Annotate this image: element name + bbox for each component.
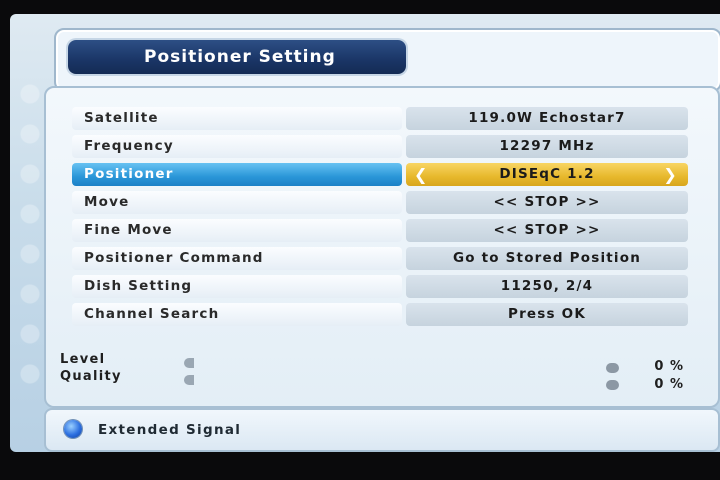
menu-label: Frequency <box>72 135 402 158</box>
level-meter-bar <box>184 358 194 368</box>
page-title: Positioner Setting <box>68 40 406 74</box>
menu-value[interactable]: 119.0W Echostar7 <box>406 107 688 130</box>
menu-value[interactable]: Press OK <box>406 303 688 326</box>
menu-row-satellite[interactable]: Satellite 119.0W Echostar7 <box>72 107 688 130</box>
menu-label: Channel Search <box>72 303 402 326</box>
blue-button-icon[interactable] <box>64 420 82 438</box>
quality-label: Quality <box>60 369 122 384</box>
level-meter-end <box>606 363 619 373</box>
menu-row-move[interactable]: Move << STOP >> <box>72 191 688 214</box>
quality-meter-end <box>606 380 619 390</box>
menu-value[interactable]: 11250, 2/4 <box>406 275 688 298</box>
chevron-left-icon[interactable]: ❮ <box>414 163 429 186</box>
quality-percent: 0 % <box>654 377 684 392</box>
header-bar: Positioner Setting <box>54 28 720 92</box>
menu-value[interactable]: << STOP >> <box>406 191 688 214</box>
menu-label: Fine Move <box>72 219 402 242</box>
menu-value[interactable]: << STOP >> <box>406 219 688 242</box>
menu-row-dish-setting[interactable]: Dish Setting 11250, 2/4 <box>72 275 688 298</box>
menu-value-text: DISEqC 1.2 <box>499 166 595 182</box>
chevron-right-icon[interactable]: ❯ <box>663 163 678 186</box>
quality-meter-bar <box>184 375 194 385</box>
settings-panel: Satellite 119.0W Echostar7 Frequency 122… <box>44 86 720 408</box>
level-percent: 0 % <box>654 359 684 374</box>
level-label: Level <box>60 352 106 367</box>
menu-label: Positioner Command <box>72 247 402 270</box>
tv-screen: Positioner Setting Satellite 119.0W Echo… <box>10 14 720 452</box>
menu-label: Positioner <box>72 163 402 186</box>
menu-row-channel-search[interactable]: Channel Search Press OK <box>72 303 688 326</box>
menu-row-fine-move[interactable]: Fine Move << STOP >> <box>72 219 688 242</box>
menu-label: Move <box>72 191 402 214</box>
menu-value[interactable]: Go to Stored Position <box>406 247 688 270</box>
menu-value-selected[interactable]: ❮ DISEqC 1.2 ❯ <box>406 163 688 186</box>
footer-bar: Extended Signal <box>44 408 720 452</box>
menu-label: Satellite <box>72 107 402 130</box>
menu-value[interactable]: 12297 MHz <box>406 135 688 158</box>
extended-signal-label[interactable]: Extended Signal <box>98 410 241 450</box>
menu-row-frequency[interactable]: Frequency 12297 MHz <box>72 135 688 158</box>
menu-row-positioner[interactable]: Positioner ❮ DISEqC 1.2 ❯ <box>72 163 688 186</box>
menu-row-positioner-command[interactable]: Positioner Command Go to Stored Position <box>72 247 688 270</box>
menu-label: Dish Setting <box>72 275 402 298</box>
